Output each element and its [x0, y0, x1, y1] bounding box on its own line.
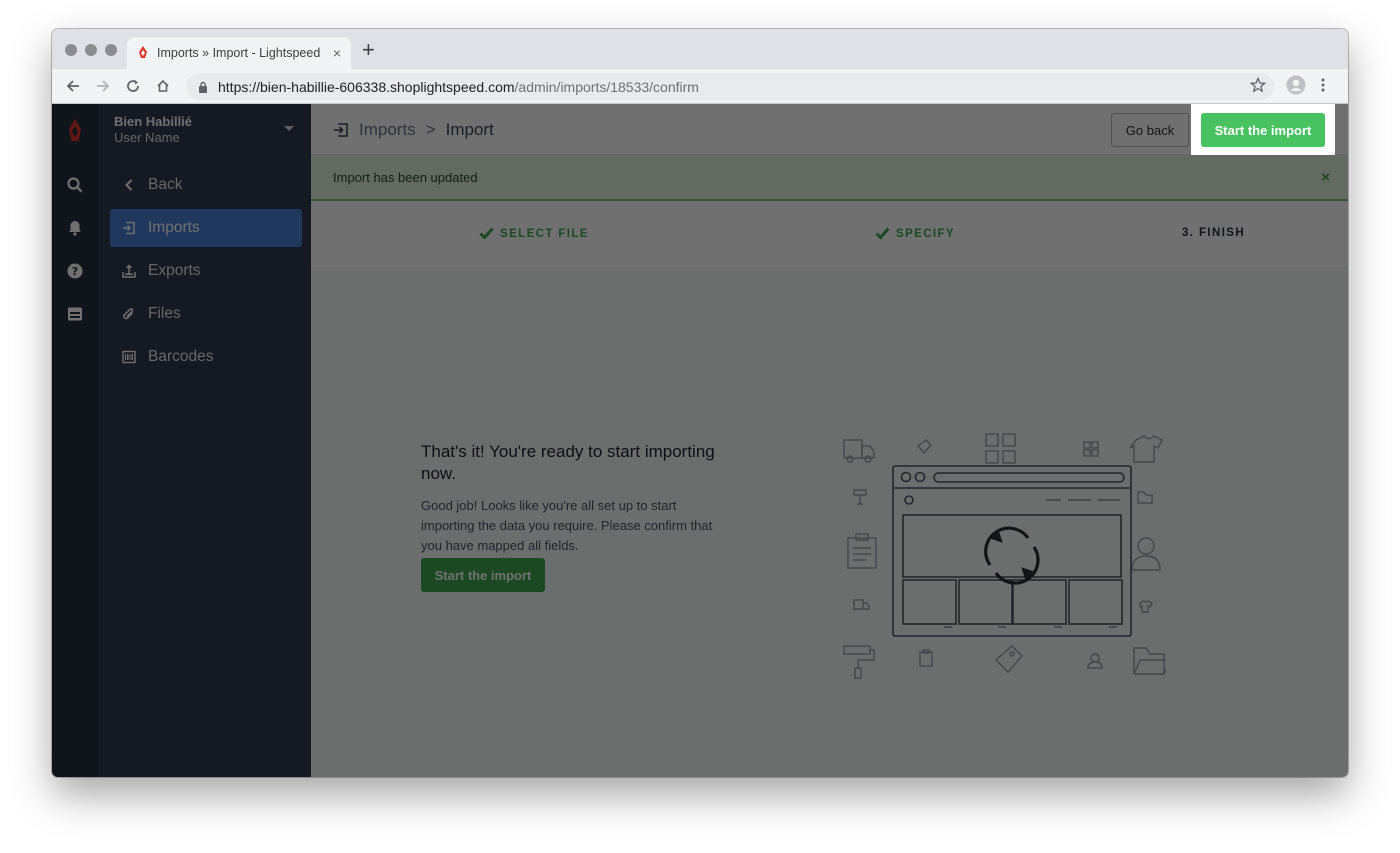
- browser-toolbar: https://bien-habillie-606338.shoplightsp…: [52, 69, 1348, 104]
- sidebar-item-imports[interactable]: Imports: [110, 209, 302, 247]
- checkmark-icon: [875, 227, 890, 240]
- close-window-button[interactable]: [65, 44, 77, 56]
- icon-rail: ?: [52, 104, 97, 777]
- paint-roller-icon: [853, 489, 867, 505]
- minimize-window-button[interactable]: [85, 44, 97, 56]
- forward-arrow-icon[interactable]: [94, 77, 112, 95]
- sidebar-item-files[interactable]: Files: [110, 295, 302, 333]
- browser-tab[interactable]: Imports » Import - Lightspeed ×: [127, 37, 351, 69]
- step-finish: 3. FINISH: [1182, 227, 1245, 239]
- url-path: /admin/imports/18533/confirm: [514, 78, 699, 95]
- tshirt-icon: [1129, 435, 1163, 463]
- tab-title: Imports » Import - Lightspeed: [157, 46, 321, 60]
- lock-icon: [199, 81, 207, 93]
- alert-close-icon[interactable]: ×: [1321, 169, 1330, 186]
- clipboard-icon: [847, 533, 877, 569]
- lightspeed-logo-icon[interactable]: [65, 118, 85, 146]
- large-paint-roller-icon: [843, 645, 875, 679]
- profile-avatar-icon[interactable]: [1286, 75, 1306, 100]
- caret-down-icon[interactable]: [284, 126, 294, 131]
- large-tag-icon: [994, 645, 1023, 674]
- tab-bar: Imports » Import - Lightspeed × +: [52, 29, 1348, 69]
- url-host: https://bien-habillie-606338.shoplightsp…: [218, 78, 515, 95]
- back-arrow-icon[interactable]: [64, 77, 82, 95]
- breadcrumb-imports-link[interactable]: Imports: [359, 120, 416, 140]
- step-label: SPECIFY: [896, 227, 956, 240]
- truck-icon: [843, 439, 875, 463]
- export-icon: [122, 264, 136, 278]
- store-switcher[interactable]: Bien Habillié User Name: [114, 114, 192, 145]
- import-icon: [123, 221, 135, 235]
- app-container: ? Bien Habillié User Name Back Imports E…: [52, 104, 1348, 777]
- store-name: Bien Habillié: [114, 114, 193, 129]
- step-specify: SPECIFY: [875, 227, 955, 240]
- start-import-button[interactable]: Start the import: [1201, 113, 1325, 147]
- sidebar-item-label: Exports: [148, 262, 201, 279]
- svg-text:?: ?: [72, 265, 78, 278]
- small-clipboard-icon: [919, 649, 933, 667]
- large-folder-icon: [1133, 647, 1166, 675]
- person-icon: [1131, 537, 1161, 571]
- checkmark-icon: [479, 227, 494, 240]
- barcode-icon: [122, 350, 136, 364]
- sidebar-item-label: Files: [148, 305, 181, 322]
- sidebar-item-label: Imports: [148, 219, 200, 236]
- page-title: Import: [445, 120, 494, 139]
- small-truck-icon: [853, 599, 870, 610]
- reload-icon[interactable]: [124, 77, 142, 95]
- confirm-panel: That's it! You're ready to start importi…: [311, 268, 1348, 777]
- start-import-button-secondary[interactable]: Start the import: [421, 558, 545, 592]
- sidebar-item-barcodes[interactable]: Barcodes: [110, 338, 302, 376]
- browser-menu-icon[interactable]: [1320, 77, 1326, 98]
- help-icon[interactable]: ?: [65, 261, 85, 281]
- confirm-heading: That's it! You're ready to start importi…: [421, 442, 715, 483]
- lightspeed-favicon-icon: [139, 46, 147, 58]
- breadcrumb: Imports > Import: [333, 120, 494, 140]
- step-select-file: SELECT FILE: [479, 227, 589, 240]
- paperclip-icon: [123, 308, 134, 320]
- breadcrumb-separator: >: [425, 120, 436, 139]
- import-icon: [334, 123, 348, 137]
- small-person-icon: [1087, 653, 1103, 669]
- alert-message: Import has been updated: [333, 169, 478, 185]
- chevron-left-icon: [125, 179, 133, 191]
- sidebar-item-exports[interactable]: Exports: [110, 252, 302, 290]
- highlight-spotlight: Start the import: [1191, 104, 1335, 155]
- sidebar-item-back[interactable]: Back: [110, 166, 302, 204]
- sidebar-item-label: Back: [148, 176, 183, 193]
- tab-close-icon[interactable]: ×: [333, 45, 341, 61]
- sidebar: Bien Habillié User Name Back Imports Exp…: [97, 104, 311, 777]
- main-content: Imports > Import Go back Import has been…: [311, 104, 1348, 777]
- progress-steps: SELECT FILE SPECIFY 3. FINISH: [311, 201, 1348, 268]
- zoom-window-button[interactable]: [105, 44, 117, 56]
- confirm-description: Good job! Looks like you're all set up t…: [421, 498, 713, 553]
- home-icon[interactable]: [154, 77, 172, 95]
- folder-icon: [1137, 491, 1153, 504]
- step-label: SELECT FILE: [500, 227, 589, 240]
- user-name: User Name: [114, 130, 180, 145]
- step-label: 3. FINISH: [1182, 227, 1246, 239]
- import-illustration: [843, 433, 1166, 679]
- grid-icon: [985, 433, 1016, 464]
- browser-window: Imports » Import - Lightspeed × + https:…: [52, 29, 1348, 777]
- sidebar-item-label: Barcodes: [148, 348, 214, 365]
- tag-icon: [916, 439, 932, 455]
- bell-icon[interactable]: [65, 218, 85, 238]
- go-back-button[interactable]: Go back: [1111, 113, 1189, 147]
- new-tab-button[interactable]: +: [362, 39, 375, 61]
- bookmark-star-icon[interactable]: [1249, 76, 1267, 98]
- small-grid-icon: [1083, 441, 1099, 457]
- success-alert: Import has been updated ×: [311, 155, 1348, 201]
- small-tshirt-icon: [1139, 600, 1153, 613]
- storefront-icon[interactable]: [65, 304, 85, 324]
- address-bar[interactable]: https://bien-habillie-606338.shoplightsp…: [186, 73, 1274, 100]
- search-icon[interactable]: [65, 175, 85, 195]
- browser-mockup-icon: [892, 465, 1132, 637]
